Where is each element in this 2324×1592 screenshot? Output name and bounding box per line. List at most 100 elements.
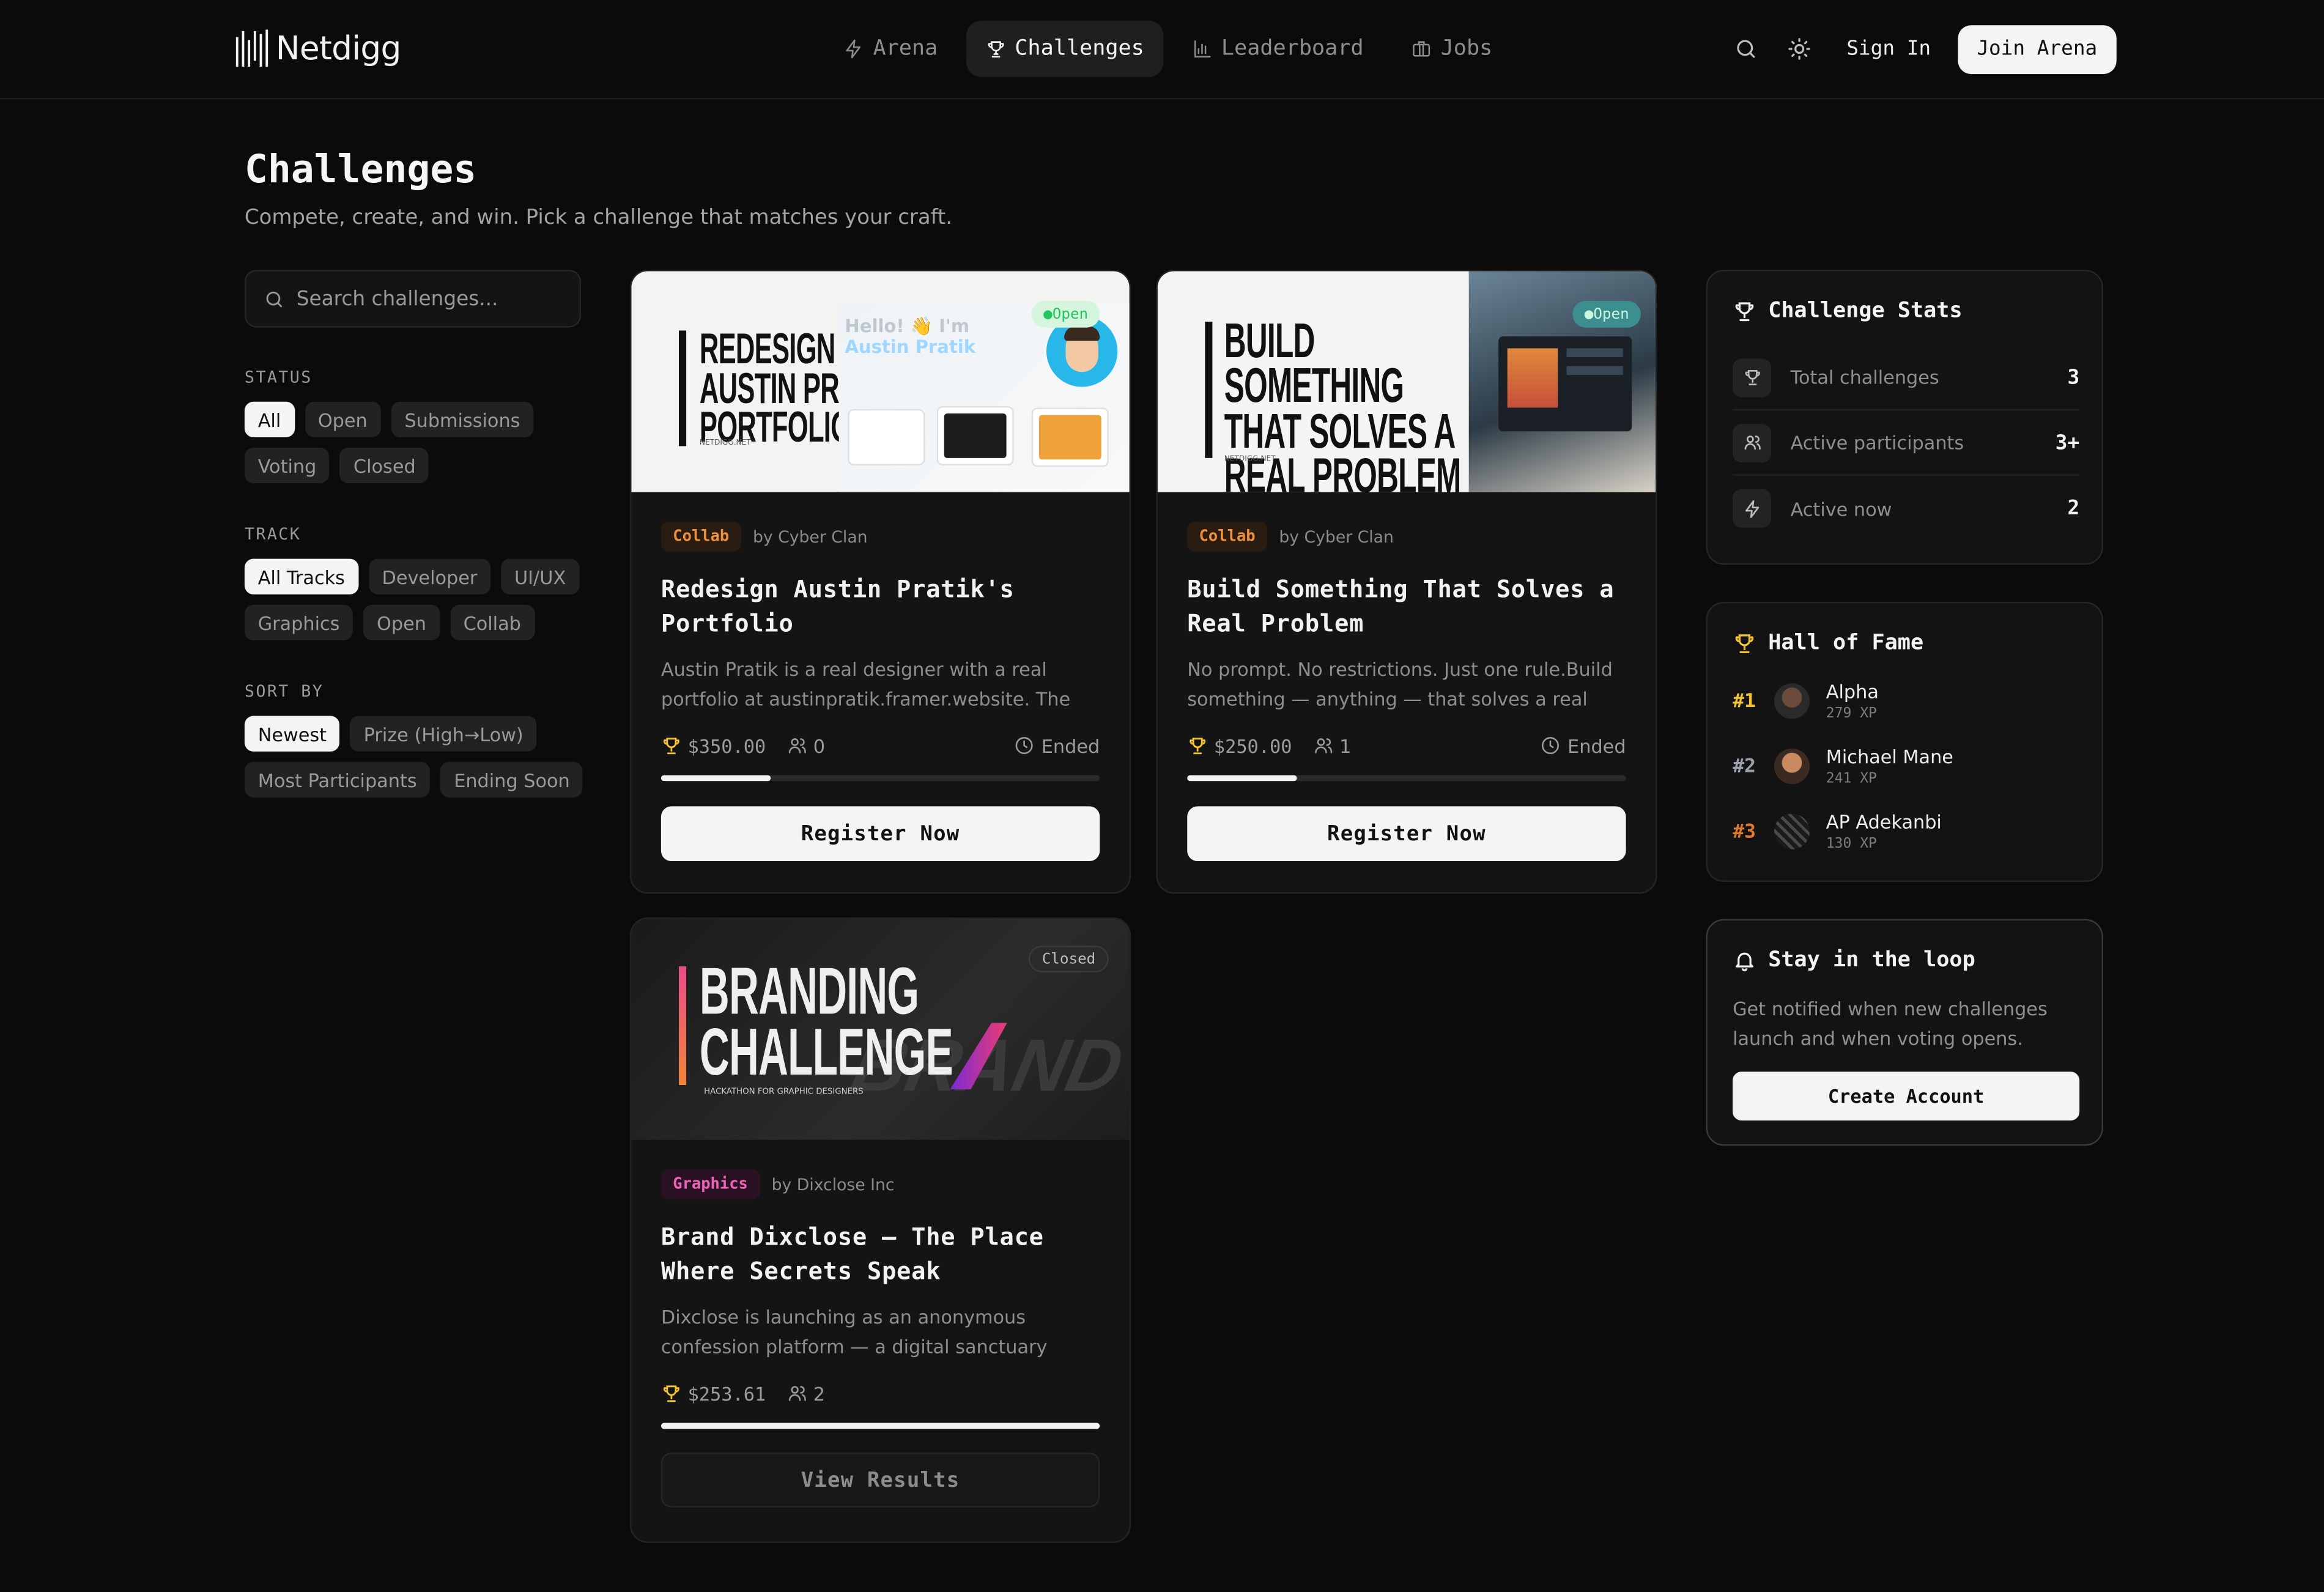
- stat-icon-box: [1733, 489, 1772, 528]
- clock-icon: [1541, 737, 1559, 755]
- track-tag: Graphics: [661, 1169, 760, 1199]
- stat-value: 2: [2067, 496, 2080, 520]
- view-results-button[interactable]: View Results: [661, 1453, 1100, 1508]
- banner-title: BRANDING CHALLENGE: [699, 953, 953, 1090]
- banner-line: BRANDING: [699, 953, 919, 1029]
- panel-title: Challenge Stats: [1733, 300, 1963, 323]
- status-badge: ● Open: [1572, 300, 1641, 328]
- track-filter-label: TRACK: [244, 524, 302, 544]
- sort-chip-prize[interactable]: Prize (High→Low): [350, 716, 537, 752]
- challenge-card[interactable]: REDESIGN AUSTIN PRATIK'S PORTFOLIO NETDI…: [629, 270, 1131, 894]
- panel-title: Hall of Fame: [1733, 631, 1923, 655]
- join-arena-button[interactable]: Join Arena: [1957, 24, 2117, 73]
- track-chip-open[interactable]: Open: [363, 604, 440, 640]
- sign-in-link[interactable]: Sign In: [1846, 37, 1931, 61]
- sort-chip-ending-soon[interactable]: Ending Soon: [440, 761, 583, 798]
- track-chip-collab[interactable]: Collab: [450, 604, 535, 640]
- stat-value: 3+: [2055, 431, 2080, 454]
- card-title[interactable]: Redesign Austin Pratik's Portfolio: [661, 572, 1100, 640]
- register-button[interactable]: Register Now: [661, 806, 1100, 862]
- track-chip-uiux[interactable]: UI/UX: [501, 558, 580, 594]
- stat-icon-box: [1733, 423, 1772, 462]
- search-button[interactable]: [1719, 24, 1772, 74]
- create-account-button[interactable]: Create Account: [1733, 1072, 2080, 1121]
- briefcase-icon: [1413, 41, 1430, 57]
- card-participants: 2: [786, 1382, 825, 1404]
- monitor-content: [1507, 348, 1558, 408]
- bolt-icon: [1744, 499, 1759, 517]
- rank-label: #1: [1733, 690, 1756, 713]
- users-icon: [788, 1386, 806, 1401]
- page-title: Challenges: [244, 148, 477, 193]
- status-badge-label: Open: [1052, 306, 1089, 323]
- card-meta: Collab by Cyber Clan: [1187, 522, 1626, 552]
- rank-label: #2: [1733, 755, 1756, 778]
- nav-challenges[interactable]: Challenges: [966, 20, 1164, 78]
- trophy-icon: [987, 41, 1004, 57]
- card-progress-fill: [661, 775, 771, 782]
- user-xp: 130 XP: [1826, 835, 1877, 853]
- hall-of-fame-entry[interactable]: #1 Alpha 279 XP: [1733, 675, 1879, 728]
- track-filter-chips: All Tracks Developer UI/UX Graphics Open…: [244, 558, 585, 640]
- nav-arena-label: Arena: [873, 37, 938, 61]
- avatar: [1774, 813, 1810, 850]
- nav-challenges-label: Challenges: [1015, 37, 1144, 61]
- challenge-banner: REDESIGN AUSTIN PRATIK'S PORTFOLIO NETDI…: [631, 271, 1130, 492]
- card-body: Collab by Cyber Clan Redesign Austin Pra…: [631, 522, 1129, 862]
- hall-of-fame-entry[interactable]: #2 Michael Mane 241 XP: [1733, 739, 1953, 793]
- card-title[interactable]: Build Something That Solves a Real Probl…: [1187, 572, 1626, 640]
- register-button[interactable]: Register Now: [1187, 806, 1626, 862]
- header-actions: Sign In Join Arena: [1719, 24, 2117, 74]
- banner-line: THAT SOLVES A: [1224, 402, 1456, 458]
- status-chip-voting[interactable]: Voting: [244, 447, 330, 484]
- trophy-icon: [1735, 634, 1754, 653]
- track-chip-developer[interactable]: Developer: [368, 558, 491, 594]
- card-progress-fill: [1187, 775, 1297, 782]
- logo-text: Netdigg: [275, 30, 402, 68]
- hall-of-fame-entry[interactable]: #3 AP Adekanbi 130 XP: [1733, 805, 1942, 858]
- challenge-card[interactable]: BRAND BRANDING CHALLENGE HACKATHON FOR G…: [629, 917, 1131, 1543]
- theme-toggle-button[interactable]: [1772, 24, 1826, 74]
- clock-icon: [1015, 737, 1032, 755]
- card-status-label: Ended: [1041, 734, 1100, 757]
- card-body: Graphics by Dixclose Inc Brand Dixclose …: [631, 1169, 1129, 1508]
- banner-title: BUILD SOMETHING THAT SOLVES A REAL PROBL…: [1224, 316, 1492, 492]
- stat-active-now: Active now 2: [1733, 476, 2079, 541]
- card-prize: $250.00: [1187, 735, 1292, 757]
- rank-label: #3: [1733, 820, 1756, 843]
- banner-line: CHALLENGE: [699, 1014, 953, 1090]
- user-xp: 279 XP: [1826, 705, 1877, 722]
- user-name: AP Adekanbi: [1826, 810, 1942, 834]
- stat-active-participants: Active participants 3+: [1733, 410, 2080, 476]
- card-progress-bar: [661, 775, 1100, 782]
- track-chip-graphics[interactable]: Graphics: [244, 604, 353, 640]
- sun-icon: [1788, 38, 1810, 60]
- mockup-card: [848, 409, 925, 465]
- stat-label: Active participants: [1790, 431, 1964, 454]
- card-status: Ended: [1013, 735, 1100, 757]
- hall-of-fame-user: Alpha 279 XP: [1826, 680, 1879, 722]
- status-badge-label: Open: [1593, 306, 1629, 323]
- stat-label: Total challenges: [1790, 366, 1939, 388]
- stat-value: 3: [2067, 365, 2080, 390]
- status-chip-closed[interactable]: Closed: [340, 447, 429, 484]
- nav-jobs[interactable]: Jobs: [1392, 21, 1512, 77]
- card-participants-count: 0: [813, 734, 826, 757]
- nav-leaderboard[interactable]: Leaderboard: [1172, 21, 1383, 77]
- logo[interactable]: Netdigg: [234, 25, 401, 73]
- banner-avatar-hair: [1064, 326, 1100, 341]
- status-chip-open[interactable]: Open: [305, 401, 381, 437]
- card-progress-bar: [661, 1423, 1100, 1429]
- nav-arena[interactable]: Arena: [824, 21, 957, 77]
- card-progress-bar: [1187, 775, 1626, 782]
- track-chip-all[interactable]: All Tracks: [244, 558, 358, 594]
- sort-chip-newest[interactable]: Newest: [244, 716, 340, 752]
- status-chip-submissions[interactable]: Submissions: [391, 401, 534, 437]
- challenge-card[interactable]: BUILD SOMETHING THAT SOLVES A REAL PROBL…: [1156, 270, 1657, 894]
- card-title[interactable]: Brand Dixclose — The Place Where Secrets…: [661, 1220, 1100, 1288]
- status-chip-all[interactable]: All: [244, 401, 295, 437]
- card-author: by Cyber Clan: [1279, 527, 1394, 547]
- challenge-banner: BRAND BRANDING CHALLENGE HACKATHON FOR G…: [631, 919, 1130, 1140]
- sort-chip-participants[interactable]: Most Participants: [244, 761, 431, 798]
- search-input[interactable]: [296, 286, 563, 311]
